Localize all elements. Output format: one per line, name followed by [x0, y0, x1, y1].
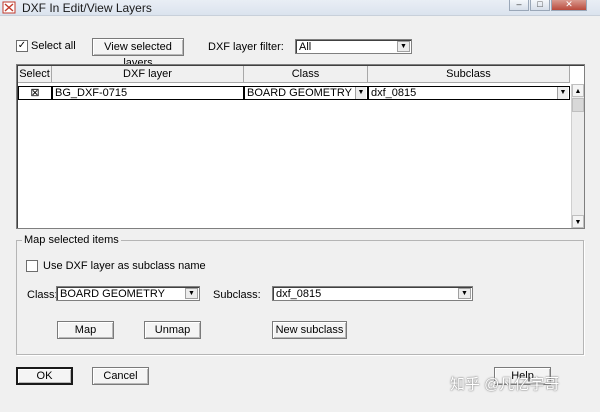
class-select-value: BOARD GEOMETRY [60, 288, 165, 300]
window-title: DXF In Edit/View Layers [22, 1, 152, 15]
map-button[interactable]: Map [57, 321, 114, 339]
row-subclass-cell[interactable]: dxf_0815 ▼ [368, 86, 570, 100]
column-header-dxf-layer[interactable]: DXF layer [52, 66, 244, 83]
select-all-label: Select all [31, 40, 76, 52]
title-bar: DXF In Edit/View Layers – □ ✕ [0, 0, 600, 16]
row-subclass-value: dxf_0815 [371, 87, 417, 99]
row-class-value: BOARD GEOMETRY [247, 87, 352, 99]
scroll-down-icon[interactable]: ▼ [572, 215, 584, 228]
row-select-cell[interactable]: ⊠ [18, 86, 52, 100]
subclass-select[interactable]: dxf_0815 ▼ [272, 286, 473, 301]
minimize-button[interactable]: – [509, 0, 529, 11]
cancel-button[interactable]: Cancel [92, 367, 149, 385]
subclass-select-value: dxf_0815 [276, 288, 322, 300]
column-header-select[interactable]: Select [18, 66, 52, 83]
select-all-checkbox[interactable]: ✓ [16, 40, 28, 52]
app-icon [2, 1, 16, 14]
chevron-down-icon[interactable]: ▼ [397, 41, 410, 52]
dxf-layer-filter-select[interactable]: All ▼ [295, 39, 412, 54]
new-subclass-button[interactable]: New subclass [272, 321, 347, 339]
use-dxf-subclass-label: Use DXF layer as subclass name [43, 260, 206, 272]
chevron-down-icon[interactable]: ▼ [458, 288, 471, 299]
row-class-cell[interactable]: BOARD GEOMETRY ▼ [244, 86, 368, 100]
use-dxf-subclass-checkbox[interactable] [26, 260, 38, 272]
unmap-button[interactable]: Unmap [144, 321, 201, 339]
scroll-thumb[interactable] [572, 98, 584, 112]
ok-button[interactable]: OK [16, 367, 73, 385]
chevron-down-icon[interactable]: ▼ [185, 288, 198, 299]
close-button[interactable]: ✕ [551, 0, 587, 11]
map-group-title: Map selected items [22, 234, 121, 246]
class-select[interactable]: BOARD GEOMETRY ▼ [56, 286, 200, 301]
column-header-class[interactable]: Class [244, 66, 368, 83]
row-subclass-dropdown-icon[interactable]: ▼ [557, 87, 568, 99]
row-selected-icon[interactable]: ⊠ [30, 87, 39, 99]
grid-vertical-scrollbar[interactable]: ▲ ▼ [571, 84, 584, 228]
scroll-up-icon[interactable]: ▲ [572, 84, 584, 97]
view-selected-layers-button[interactable]: View selected layers [92, 38, 184, 69]
row-class-dropdown-icon[interactable]: ▼ [355, 87, 366, 99]
dxf-layer-filter-label: DXF layer filter: [208, 41, 284, 53]
dxf-layer-filter-value: All [299, 41, 312, 53]
class-label: Class: [27, 289, 58, 301]
watermark-text: 知乎 @凡亿宇哥 [450, 376, 560, 393]
maximize-button[interactable]: □ [530, 0, 550, 11]
row-dxf-layer-cell[interactable]: BG_DXF-0715 [52, 86, 244, 100]
subclass-label: Subclass: [213, 289, 261, 301]
column-header-subclass[interactable]: Subclass [368, 66, 570, 83]
